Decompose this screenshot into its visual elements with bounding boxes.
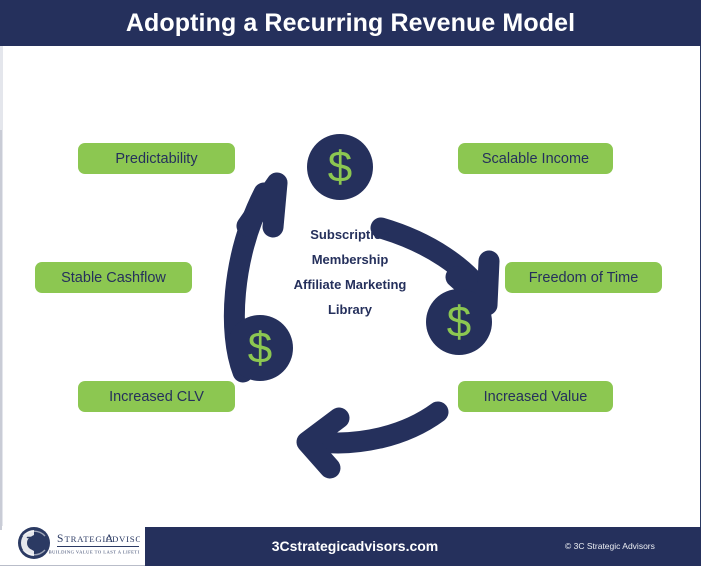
logo-wordmark-advisors: DVISORS (112, 534, 140, 544)
dollar-sign-icon: $ (248, 324, 272, 373)
label-increased-value[interactable]: Increased Value (458, 381, 613, 412)
center-text-line-4: Library (327, 302, 373, 317)
center-text-line-1: Subscription (310, 227, 390, 242)
footer-copyright: © 3C Strategic Advisors (565, 541, 655, 551)
footer-website-link[interactable]: 3Cstrategicadvisors.com (145, 527, 565, 566)
page-title: Adopting a Recurring Revenue Model (125, 9, 576, 37)
label-increased-clv[interactable]: Increased CLV (78, 381, 235, 412)
logo-graphic: S TRATEGIC A DVISORS BUILDING VALUE TO L… (18, 527, 140, 559)
label-stable-cashflow[interactable]: Stable Cashflow (35, 262, 192, 293)
dollar-sign-icon: $ (447, 298, 471, 347)
logo-tagline: BUILDING VALUE TO LAST A LIFETIME (49, 550, 140, 555)
3c-monogram-icon (18, 527, 50, 559)
label-scalable-income[interactable]: Scalable Income (458, 143, 613, 174)
dollar-sign-icon: $ (328, 143, 352, 192)
company-logo: S TRATEGIC A DVISORS BUILDING VALUE TO L… (16, 524, 140, 562)
logo-wordmark: S (57, 533, 64, 545)
cycle-center-text: Subscription Membership Affiliate Market… (265, 222, 435, 322)
center-text-line-2: Membership (311, 252, 389, 267)
node-left-dollar: $ (227, 315, 293, 381)
curved-arrow-left-icon (296, 401, 449, 479)
center-text-line-3: Affiliate Marketing (293, 277, 407, 292)
label-predictability[interactable]: Predictability (78, 143, 235, 174)
node-top-dollar: $ (307, 134, 373, 200)
label-freedom-of-time[interactable]: Freedom of Time (505, 262, 662, 293)
slide-canvas: Adopting a Recurring Revenue Model $ $ $… (0, 0, 701, 566)
node-right-dollar: $ (426, 289, 492, 355)
